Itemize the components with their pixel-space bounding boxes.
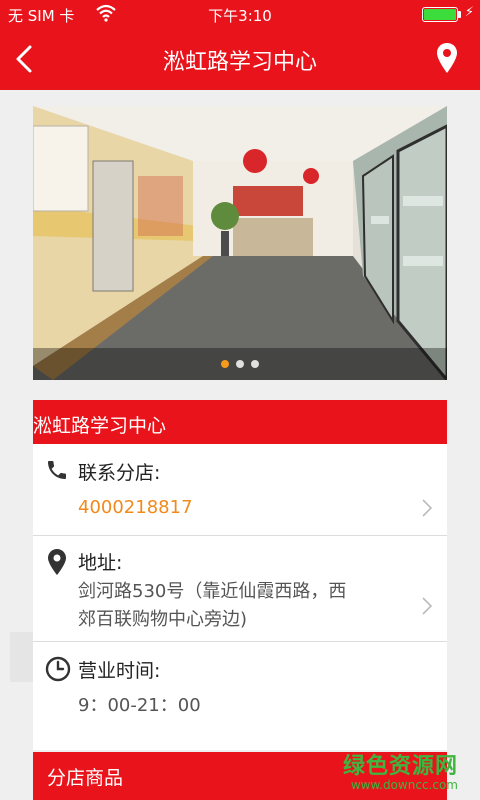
back-icon[interactable] — [10, 43, 40, 75]
chevron-right-icon — [422, 499, 433, 517]
watermark-text: 绿色资源网 — [342, 754, 458, 779]
carousel-indicator — [33, 348, 447, 380]
charging-icon: ⚡ — [464, 5, 474, 20]
carousel-dot[interactable] — [236, 360, 244, 368]
carousel-dot[interactable] — [251, 360, 259, 368]
store-photo-carousel[interactable] — [33, 106, 447, 380]
address-label: 地址: — [78, 552, 123, 574]
status-time: 下午3:10 — [208, 7, 272, 25]
phone-label: 联系分店: — [78, 462, 161, 484]
address-line-1: 剑河路530号（靠近仙霞西路，西 — [78, 581, 347, 602]
store-name-header: 淞虹路学习中心 — [33, 400, 447, 444]
address-line-2: 郊百联购物中心旁边) — [78, 609, 248, 630]
address-row[interactable]: 地址: 剑河路530号（靠近仙霞西路，西 郊百联购物中心旁边) — [33, 536, 447, 642]
store-info-card: 淞虹路学习中心 联系分店: 4000218817 地址: 剑河路530号（靠近仙… — [33, 400, 447, 750]
battery-icon — [422, 7, 458, 22]
store-photo — [33, 106, 447, 380]
hours-label: 营业时间: — [78, 660, 161, 682]
hours-value: 9：00-21：00 — [78, 695, 201, 716]
phone-icon — [48, 461, 66, 479]
nav-bar: 淞虹路学习中心 — [0, 28, 480, 90]
page-title: 淞虹路学习中心 — [162, 50, 317, 75]
chevron-right-icon — [422, 597, 433, 615]
carousel-dot[interactable] — [221, 360, 229, 368]
phone-number[interactable]: 4000218817 — [78, 494, 193, 522]
clock-icon — [45, 656, 71, 682]
map-pin-icon[interactable] — [436, 42, 458, 74]
status-bar: 无 SIM 卡 下午3:10 ⚡ — [0, 0, 480, 28]
watermark-url: www.downcc.com — [350, 778, 458, 792]
location-icon — [48, 549, 66, 575]
phone-row[interactable]: 联系分店: 4000218817 — [33, 444, 447, 536]
battery-tip — [458, 11, 461, 18]
site-watermark: 绿色资源网 www.downcc.com — [343, 748, 458, 792]
hours-row: 营业时间: 9：00-21：00 — [33, 642, 447, 730]
